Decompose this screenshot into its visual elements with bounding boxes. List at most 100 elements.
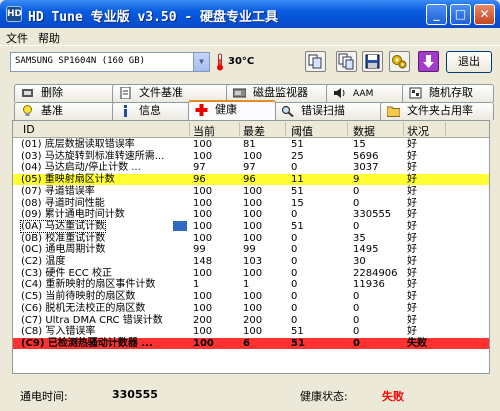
cell-cur: 100 [193, 232, 213, 244]
table-row[interactable]: (C3) 硬件 ECC 校正 100 100 0 2284906 好 [13, 268, 489, 279]
arrow-down-icon [423, 55, 434, 68]
cell-cur: 100 [193, 326, 213, 338]
tab-benchmark[interactable]: 基准 [14, 102, 118, 120]
cell-data: 15 [353, 139, 366, 150]
header-data[interactable]: 数据 [353, 123, 375, 139]
copy-button[interactable] [305, 51, 326, 72]
table-row[interactable]: (C7) Ultra DMA CRC 错误计数 200 200 0 0 好 [13, 315, 489, 326]
cell-worst: 100 [243, 302, 263, 314]
cell-data: 0 [353, 220, 360, 232]
table-row[interactable]: (C9) 已检测热骚动计数器 ... 100 6 51 0 失败 [13, 337, 489, 350]
tab-label: 磁盘监视器 [253, 86, 308, 99]
cell-thr: 0 [291, 302, 298, 314]
menu-help[interactable]: 帮助 [38, 30, 60, 46]
chevron-down-icon[interactable]: ▼ [193, 53, 209, 71]
cell-data: 0 [353, 314, 360, 326]
cell-cur: 96 [193, 174, 206, 186]
table-row[interactable]: (03) 马达旋转到标准转速所需... 100 100 25 5696 好 [13, 151, 489, 162]
table-row[interactable]: (01) 底层数据读取错误率 100 81 51 15 好 [13, 139, 489, 150]
header-current[interactable]: 当前 [193, 123, 215, 139]
cell-data: 330555 [353, 209, 392, 221]
copy-all-button[interactable] [336, 51, 357, 72]
table-row[interactable]: (09) 累计通电时间计数 100 100 0 330555 好 [13, 209, 489, 220]
download-button[interactable] [418, 51, 439, 72]
header-id[interactable]: ID [23, 123, 35, 136]
table-row[interactable]: (C8) 写入错误率 100 100 51 0 好 [13, 326, 489, 337]
cell-status: 好 [407, 302, 417, 314]
cell-worst: 100 [243, 185, 263, 197]
header-worst[interactable]: 最差 [243, 123, 265, 139]
window-title: HD Tune 专业版 v3.50 - 硬盘专业工具 [28, 10, 279, 25]
cell-thr: 51 [291, 337, 305, 349]
menu-bar: 文件 帮助 [0, 28, 500, 46]
table-row[interactable]: (0C) 通电周期计数 99 99 0 1495 好 [13, 244, 489, 255]
cell-status: 好 [407, 267, 417, 279]
tab-health[interactable]: 健康 [188, 100, 276, 120]
cell-worst: 100 [243, 209, 263, 221]
tab-label: AAM [353, 89, 374, 99]
tab-label: 删除 [41, 86, 63, 99]
cell-thr: 51 [291, 220, 304, 232]
tab-folder-usage[interactable]: 文件夹占用率 [380, 102, 494, 120]
table-row[interactable]: (C6) 脱机无法校正的扇区数 100 100 0 0 好 [13, 303, 489, 314]
cell-status: 好 [407, 209, 417, 221]
table-row[interactable]: (C4) 重新映射的扇区事件计数 1 1 0 11936 好 [13, 279, 489, 290]
cell-status: 好 [407, 244, 417, 256]
cell-thr: 0 [291, 232, 298, 244]
tab-erase[interactable]: 删除 [14, 84, 118, 102]
title-bar[interactable]: HD HD Tune 专业版 v3.50 - 硬盘专业工具 _ □ ✕ [0, 0, 500, 28]
cell-status: 失败 [407, 337, 427, 349]
copy-all-icon [338, 53, 354, 70]
power-on-value: 330555 [112, 388, 158, 401]
cell-data: 11936 [353, 279, 385, 291]
cell-id: (04) 马达启动/停止计数 ... [21, 162, 141, 174]
cell-cur: 1 [193, 279, 200, 291]
health-table: ID 当前 最差 阈值 数据 状况 (01) 底层数据读取错误率 100 81 51 1… [12, 120, 490, 374]
table-row[interactable]: (C5) 当前待映射的扇区数 100 100 0 0 好 [13, 291, 489, 302]
tab-error-scan[interactable]: 错误扫描 [274, 102, 384, 120]
close-button[interactable]: ✕ [474, 4, 495, 25]
tab-label: 文件夹占用率 [407, 104, 473, 117]
cell-id: (05) 重映射扇区计数 [21, 174, 115, 186]
table-row[interactable]: (C2) 温度 148 103 0 30 好 [13, 256, 489, 267]
table-row[interactable]: (08) 寻道时间性能 100 100 15 0 好 [13, 198, 489, 209]
minimize-button[interactable]: _ [426, 4, 447, 25]
options-button[interactable] [389, 51, 410, 72]
menu-file[interactable]: 文件 [6, 30, 28, 46]
speaker-icon [334, 88, 345, 98]
tab-label: 错误扫描 [301, 104, 345, 117]
cell-id: (C5) 当前待映射的扇区数 [21, 291, 136, 303]
cell-cur: 100 [193, 150, 213, 162]
table-row[interactable]: (05) 重映射扇区计数 96 96 11 9 好 [13, 174, 489, 186]
tab-aam[interactable]: AAM [326, 84, 406, 102]
exit-button[interactable]: 退出 [446, 51, 492, 73]
save-button[interactable] [362, 51, 383, 72]
cell-data: 35 [353, 232, 366, 244]
cell-status: 好 [407, 220, 417, 232]
cell-id: (01) 底层数据读取错误率 [21, 139, 135, 150]
disk-monitor-icon [233, 88, 246, 98]
cell-id: (C7) Ultra DMA CRC 错误计数 [21, 314, 163, 326]
tab-info[interactable]: 信息 [112, 102, 194, 120]
table-row[interactable]: (0A) 马达重试计数 100 100 51 0 好 [13, 219, 489, 233]
cell-id: (0C) 通电周期计数 [21, 244, 106, 256]
cell-worst: 100 [243, 220, 263, 232]
table-row[interactable]: (07) 寻道错误率 100 100 51 0 好 [13, 186, 489, 197]
cell-worst: 81 [243, 139, 256, 150]
cell-id: (03) 马达旋转到标准转速所需... [21, 150, 165, 162]
cell-thr: 51 [291, 185, 304, 197]
cell-id: (C6) 脱机无法校正的扇区数 [21, 302, 146, 314]
gears-icon [392, 55, 407, 69]
drive-select[interactable]: SAMSUNG SP1604N (160 GB) ▼ [10, 52, 210, 72]
header-threshold[interactable]: 阈值 [291, 123, 313, 139]
cell-status: 好 [407, 150, 417, 162]
maximize-button[interactable]: □ [450, 4, 471, 25]
table-row[interactable]: (04) 马达启动/停止计数 ... 97 97 0 3037 好 [13, 162, 489, 173]
cell-worst: 99 [243, 244, 256, 256]
tab-random-access[interactable]: 随机存取 [402, 84, 494, 102]
cell-data: 3037 [353, 162, 379, 174]
table-row[interactable]: (0B) 校准重试计数 100 100 0 35 好 [13, 233, 489, 244]
header-status[interactable]: 状况 [407, 123, 429, 139]
cell-thr: 25 [291, 150, 304, 162]
cell-data: 1495 [353, 244, 379, 256]
